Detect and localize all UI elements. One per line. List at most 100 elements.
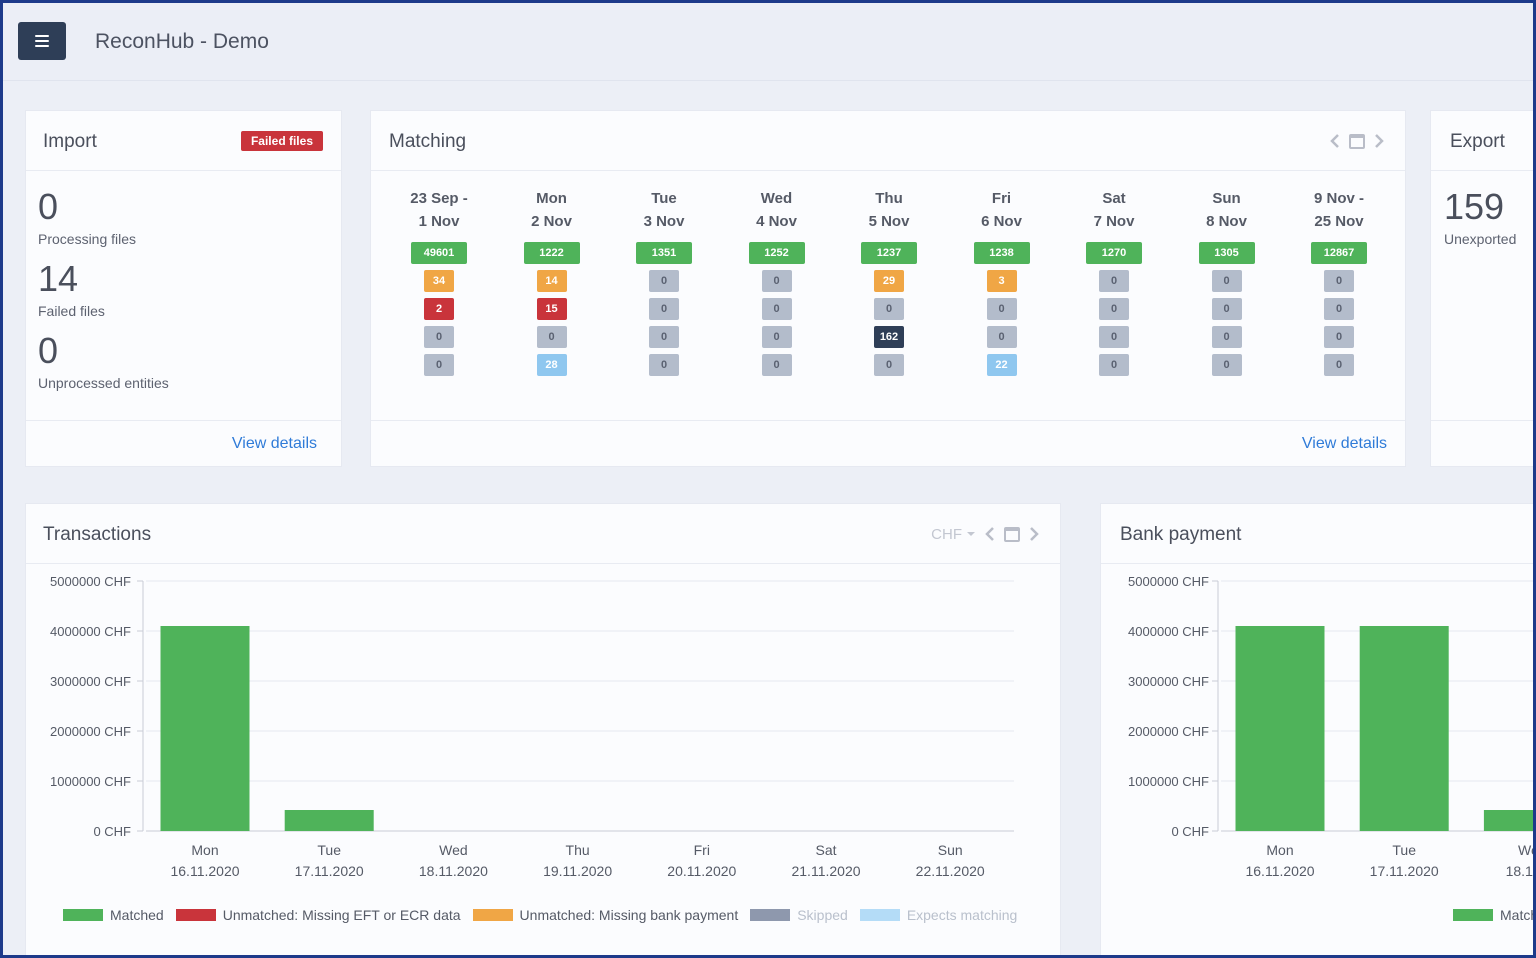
legend-label: Unmatched: Missing EFT or ECR data xyxy=(222,907,461,923)
chevron-left-icon[interactable] xyxy=(984,525,996,543)
currency-select[interactable]: CHF xyxy=(931,526,976,543)
failed-files-label: Failed files xyxy=(38,303,105,319)
chevron-left-icon[interactable] xyxy=(1329,132,1341,150)
x-tick-label-day: Thu xyxy=(566,842,590,858)
x-tick-label-date: 16.11.2020 xyxy=(170,863,239,879)
import-footer: View details xyxy=(26,420,341,466)
matching-cell-red[interactable]: 15 xyxy=(536,298,567,320)
legend-item[interactable]: Matched xyxy=(63,907,164,923)
matching-view-details-link[interactable]: View details xyxy=(1302,435,1387,453)
matching-cell-gray[interactable]: 0 xyxy=(1099,326,1129,348)
matching-cell-gray[interactable]: 0 xyxy=(1324,298,1354,320)
legend-item[interactable]: Skipped xyxy=(750,907,848,923)
matching-cell-gray[interactable]: 0 xyxy=(986,326,1017,348)
export-title: Export xyxy=(1450,131,1505,152)
matching-column-label-bottom: 4 Nov xyxy=(756,213,797,230)
matching-cell-gray[interactable]: 0 xyxy=(874,298,904,320)
matching-cell-green[interactable]: 1237 xyxy=(861,242,917,264)
matching-cell-gray[interactable]: 0 xyxy=(1324,354,1354,376)
top-bar: ReconHub - Demo xyxy=(3,3,1533,81)
y-tick-label: 5000000 CHF xyxy=(1128,574,1209,589)
matching-cell-gray[interactable]: 0 xyxy=(1211,298,1242,320)
matching-cell-gray[interactable]: 0 xyxy=(649,326,679,348)
matching-cell-gray[interactable]: 0 xyxy=(1211,326,1242,348)
matching-cell-green[interactable]: 49601 xyxy=(411,242,467,264)
matching-cell-gray[interactable]: 0 xyxy=(1099,270,1129,292)
legend-item[interactable]: Expects matching xyxy=(859,907,1018,923)
chevron-right-icon[interactable] xyxy=(1028,525,1040,543)
transactions-panel: Transactions CHF 5000000 CHF 4000000 CHF 3… xyxy=(25,503,1061,958)
matching-cell-green[interactable]: 1270 xyxy=(1086,242,1142,264)
matching-cell-red[interactable]: 2 xyxy=(424,298,454,320)
matching-column-label-bottom: 6 Nov xyxy=(981,213,1022,230)
matching-cell-orange[interactable]: 14 xyxy=(536,270,567,292)
matching-column-label-bottom: 1 Nov xyxy=(418,213,460,230)
y-tick-label: 5000000 CHF xyxy=(50,574,131,589)
x-tick-label-day: Mon xyxy=(191,842,218,858)
y-tick-label: 1000000 CHF xyxy=(1128,774,1209,789)
transactions-date-nav: CHF xyxy=(931,525,1040,543)
matching-title: Matching xyxy=(389,131,467,152)
matching-cell-dark[interactable]: 162 xyxy=(874,326,904,348)
matching-cell-gray[interactable]: 0 xyxy=(649,354,679,376)
matching-cell-green[interactable]: 1238 xyxy=(973,242,1030,264)
matching-column-label-bottom: 7 Nov xyxy=(1093,213,1135,230)
matching-column-header: 9 Nov - 25 Nov xyxy=(1294,187,1384,233)
calendar-icon[interactable] xyxy=(1349,133,1365,149)
matching-column-label-top: Fri xyxy=(991,190,1012,207)
matching-cell-green[interactable]: 1252 xyxy=(748,242,805,264)
matching-cell-gray[interactable]: 0 xyxy=(1211,354,1242,376)
matching-column-header: Mon 2 Nov xyxy=(507,187,597,233)
legend-item[interactable]: Unmatched: Missing bank payment xyxy=(472,907,738,923)
matching-cell-gray[interactable]: 0 xyxy=(986,298,1017,320)
matching-cell-gray[interactable]: 0 xyxy=(649,298,679,320)
matching-cell-blue[interactable]: 28 xyxy=(536,354,567,376)
y-tick-label: 4000000 CHF xyxy=(50,624,131,639)
x-tick-label-date: 18.11.2 xyxy=(1506,863,1536,879)
bank-payment-title: Bank payment xyxy=(1120,524,1242,545)
x-tick-label-day: Wed xyxy=(439,842,468,858)
matching-cell-green[interactable]: 12867 xyxy=(1311,242,1367,264)
bar-matched xyxy=(160,626,250,831)
chevron-right-icon[interactable] xyxy=(1373,132,1385,150)
matching-cell-gray[interactable]: 0 xyxy=(1099,298,1129,320)
matching-cell-gray[interactable]: 0 xyxy=(424,326,454,348)
matching-column-label-bottom: 5 Nov xyxy=(868,213,910,230)
bar-match xyxy=(1483,810,1536,831)
matching-cell-gray[interactable]: 0 xyxy=(536,326,567,348)
matching-cell-orange[interactable]: 29 xyxy=(874,270,904,292)
matching-cell-gray[interactable]: 0 xyxy=(761,270,792,292)
x-tick-label-date: 18.11.2020 xyxy=(419,863,488,879)
matching-cell-green[interactable]: 1305 xyxy=(1198,242,1255,264)
calendar-icon[interactable] xyxy=(1004,526,1020,542)
legend-item[interactable]: Unmatched: Missing EFT or ECR data xyxy=(175,907,461,923)
matching-column-header: Wed 4 Nov xyxy=(732,187,822,233)
bar-match xyxy=(1359,626,1449,831)
menu-button[interactable] xyxy=(18,22,66,60)
x-tick-label-date: 20.11.2020 xyxy=(667,863,736,879)
matching-cell-blue[interactable]: 22 xyxy=(986,354,1017,376)
failed-files-badge[interactable]: Failed files xyxy=(240,131,323,151)
matching-cell-gray[interactable]: 0 xyxy=(1211,270,1242,292)
x-tick-label-date: 19.11.2020 xyxy=(543,863,612,879)
matching-cell-orange[interactable]: 34 xyxy=(424,270,454,292)
matching-cell-orange[interactable]: 3 xyxy=(986,270,1017,292)
x-tick-label-day: Tue xyxy=(1392,842,1416,858)
matching-cell-gray[interactable]: 0 xyxy=(761,326,792,348)
legend-label: Expects matching xyxy=(906,907,1018,923)
matching-column-header: 23 Sep - 1 Nov xyxy=(394,187,484,233)
legend-item[interactable]: Match xyxy=(1453,907,1536,923)
matching-cell-gray[interactable]: 0 xyxy=(761,298,792,320)
matching-cell-green[interactable]: 1351 xyxy=(636,242,692,264)
matching-cell-gray[interactable]: 0 xyxy=(1324,270,1354,292)
matching-cell-gray[interactable]: 0 xyxy=(424,354,454,376)
import-view-details-link[interactable]: View details xyxy=(232,435,317,453)
matching-cell-gray[interactable]: 0 xyxy=(1324,326,1354,348)
matching-cell-gray[interactable]: 0 xyxy=(649,270,679,292)
legend-swatch xyxy=(1453,909,1493,921)
matching-column-header: Sun 8 Nov xyxy=(1182,187,1272,233)
matching-cell-gray[interactable]: 0 xyxy=(874,354,904,376)
matching-cell-gray[interactable]: 0 xyxy=(761,354,792,376)
matching-cell-green[interactable]: 1222 xyxy=(523,242,580,264)
matching-cell-gray[interactable]: 0 xyxy=(1099,354,1129,376)
